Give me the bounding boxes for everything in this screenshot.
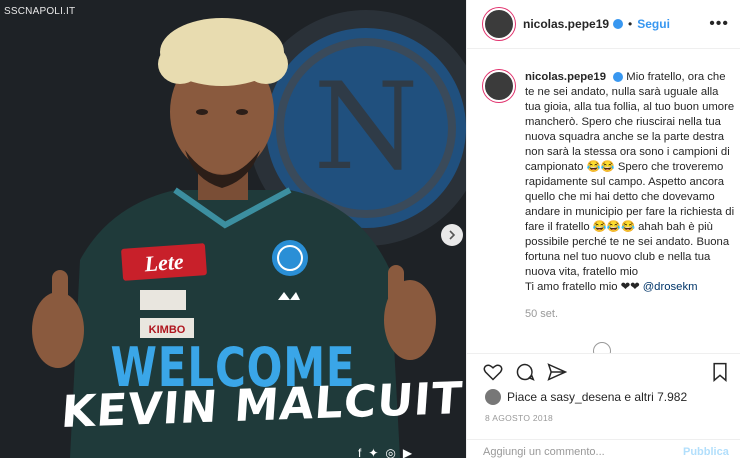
likes-text[interactable]: Piace a sasy_desena e altri 7.982 xyxy=(507,390,687,404)
avatar xyxy=(485,389,501,405)
likes-summary: Piace a sasy_desena e altri 7.982 xyxy=(485,389,687,405)
caption: nicolas.pepe19 Mio fratello, ora che te … xyxy=(483,70,735,322)
heart-icon[interactable] xyxy=(483,362,503,382)
twitter-icon: ✦ xyxy=(368,446,379,458)
load-more-comments-icon[interactable] xyxy=(593,342,611,353)
chevron-right-icon xyxy=(449,230,456,240)
sponsor-lete: Lete xyxy=(143,249,185,277)
publish-button[interactable]: Pubblica xyxy=(683,446,729,458)
post-date: 8 AGOSTO 2018 xyxy=(485,413,554,423)
watermark-text: SSCNAPOLI.IT xyxy=(4,6,76,17)
caption-body: nicolas.pepe19 Mio fratello, ora che te … xyxy=(525,70,735,322)
post-image[interactable]: N Lete KIMBO SSCNAPOLI.IT WELCOME KEVIN … xyxy=(0,0,466,458)
header-separator: • xyxy=(628,17,633,31)
follow-button[interactable]: Segui xyxy=(637,17,670,31)
caption-last-line: Ti amo fratello mio ❤❤ xyxy=(525,281,640,293)
verified-icon xyxy=(613,72,624,83)
avatar[interactable] xyxy=(483,70,515,102)
facebook-icon: f xyxy=(358,446,362,458)
post-header: nicolas.pepe19 • Segui ••• xyxy=(467,0,740,49)
more-horizontal-icon[interactable]: ••• xyxy=(709,15,729,33)
sponsor-kimbo: KIMBO xyxy=(149,324,186,336)
comment-icon[interactable] xyxy=(515,362,535,382)
post-sidebar: nicolas.pepe19 • Segui ••• nicolas.pepe1… xyxy=(466,0,740,458)
header-username[interactable]: nicolas.pepe19 xyxy=(523,17,609,31)
comments-area[interactable]: nicolas.pepe19 Mio fratello, ora che te … xyxy=(467,48,740,353)
youtube-icon: ▶ xyxy=(402,446,413,458)
add-comment-bar: Pubblica xyxy=(467,439,740,459)
caption-mention[interactable]: @drosekm xyxy=(643,281,698,293)
action-bar xyxy=(467,353,740,390)
caption-time: 50 set. xyxy=(525,308,559,320)
instagram-icon: ◎ xyxy=(385,446,396,458)
share-icon[interactable] xyxy=(547,362,567,382)
caption-text: Mio fratello, ora che te ne sei andato, … xyxy=(525,71,735,278)
next-image-button[interactable] xyxy=(441,224,463,246)
social-icons: f ✦ ◎ ▶ xyxy=(358,446,412,458)
avatar[interactable] xyxy=(483,8,515,40)
caption-username[interactable]: nicolas.pepe19 xyxy=(525,71,606,83)
comment-input[interactable] xyxy=(483,446,653,458)
bookmark-icon[interactable] xyxy=(711,362,729,382)
crest-letter: N xyxy=(314,58,419,197)
verified-icon xyxy=(613,19,624,29)
